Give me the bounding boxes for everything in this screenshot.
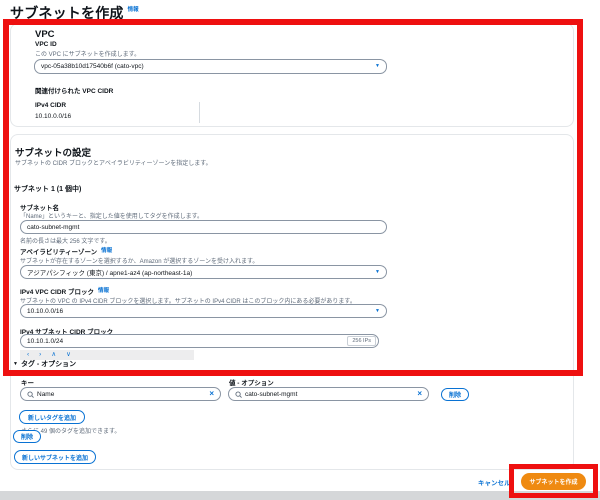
stepper-right-button[interactable]: › <box>39 352 41 359</box>
subnet-name-input[interactable] <box>27 224 380 231</box>
page-info-link[interactable]: 情報 <box>128 5 139 13</box>
subnet-settings-description: サブネットの CIDR ブロックとアベイラビリティーゾーンを指定します。 <box>15 158 212 167</box>
vpc-id-label: VPC ID <box>35 41 57 48</box>
page-title: サブネットを作成 <box>10 3 124 23</box>
triangle-down-icon: ▼ <box>13 362 18 367</box>
subnet-settings-heading: サブネットの設定 <box>15 145 91 159</box>
clear-icon[interactable]: × <box>417 390 422 398</box>
az-label: アベイラビリティーゾーン <box>20 246 97 256</box>
subnet-counter: サブネット 1 (1 個中) <box>14 184 81 194</box>
subnet-name-help: 名前の長さは最大 256 文字です。 <box>20 236 111 245</box>
tag-key-input[interactable] <box>37 391 205 398</box>
tag-key-header: キー <box>21 377 34 387</box>
az-info-link[interactable]: 情報 <box>101 246 112 254</box>
stepper-up-button[interactable]: ∧ <box>51 352 56 359</box>
az-select[interactable]: アジアパシフィック (東京) / apne1-az4 (ap-northeast… <box>20 265 387 279</box>
ip-count-badge: 256 IPs <box>347 336 376 346</box>
search-icon <box>27 391 34 398</box>
vpc-cidr-select-value: 10.10.0.0/16 <box>27 308 63 315</box>
tags-section-toggle[interactable]: ▼ タグ - オプション <box>13 359 76 369</box>
subnet-settings-card: サブネットの設定 サブネットの CIDR ブロックとアベイラビリティーゾーンを指… <box>10 134 574 470</box>
stepper-down-button[interactable]: ∨ <box>66 352 71 359</box>
ipv4-cidr-value: 10.10.0.0/16 <box>35 113 71 120</box>
vpc-id-description: この VPC にサブネットを作成します。 <box>35 49 140 58</box>
cancel-button[interactable]: キャンセル <box>478 477 511 487</box>
vpc-id-select[interactable]: vpc-05a38b10d17540b6f (cato-vpc) ▼ <box>34 59 387 74</box>
chevron-down-icon: ▼ <box>375 64 380 69</box>
subnet-name-field-wrap <box>20 220 387 234</box>
vpc-cidr-info-link[interactable]: 情報 <box>98 286 109 294</box>
tag-value-header: 値 - オプション <box>229 377 274 387</box>
search-icon <box>235 391 242 398</box>
add-subnet-button[interactable]: 新しいサブネットを追加 <box>14 450 96 464</box>
column-divider <box>199 102 200 123</box>
create-subnet-page: サブネットを作成 情報 VPC VPC ID この VPC にサブネットを作成し… <box>0 0 600 500</box>
vpc-card: VPC VPC ID この VPC にサブネットを作成します。 vpc-05a3… <box>10 23 574 127</box>
create-subnet-button[interactable]: サブネットを作成 <box>521 473 586 490</box>
stepper-left-button[interactable]: ‹ <box>27 352 29 359</box>
az-select-value: アジアパシフィック (東京) / apne1-az4 (ap-northeast… <box>27 267 192 277</box>
clear-icon[interactable]: × <box>209 390 214 398</box>
vpc-cidr-select[interactable]: 10.10.0.0/16 ▼ <box>20 304 387 318</box>
tags-section-heading: タグ - オプション <box>21 359 76 369</box>
remove-subnet-button[interactable]: 削除 <box>13 430 41 443</box>
ipv4-cidr-column-header: IPv4 CIDR <box>35 102 66 109</box>
tag-value-field-wrap: × <box>228 387 429 401</box>
add-tag-button[interactable]: 新しいタグを追加 <box>19 410 85 424</box>
subnet-name-description: 「Name」というキーと、指定した値を使用してタグを作成します。 <box>20 211 203 220</box>
subnet-cidr-input[interactable] <box>27 338 347 345</box>
tag-key-field-wrap: × <box>20 387 221 401</box>
associated-cidr-heading: 関連付けられた VPC CIDR <box>35 85 113 95</box>
vpc-id-select-value: vpc-05a38b10d17540b6f (cato-vpc) <box>41 63 144 70</box>
tag-value-input[interactable] <box>245 391 413 398</box>
vpc-section-heading: VPC <box>35 29 55 40</box>
chevron-down-icon: ▼ <box>375 309 380 314</box>
chevron-down-icon: ▼ <box>375 270 380 275</box>
az-description: サブネットが存在するゾーンを選択するか、Amazon が選択するゾーンを受け入れ… <box>20 256 258 265</box>
remove-tag-button[interactable]: 削除 <box>441 388 469 401</box>
subnet-cidr-field-wrap: 256 IPs <box>20 334 379 348</box>
window-bottom-strip <box>0 491 600 500</box>
vpc-cidr-label: IPv4 VPC CIDR ブロック <box>20 286 94 296</box>
